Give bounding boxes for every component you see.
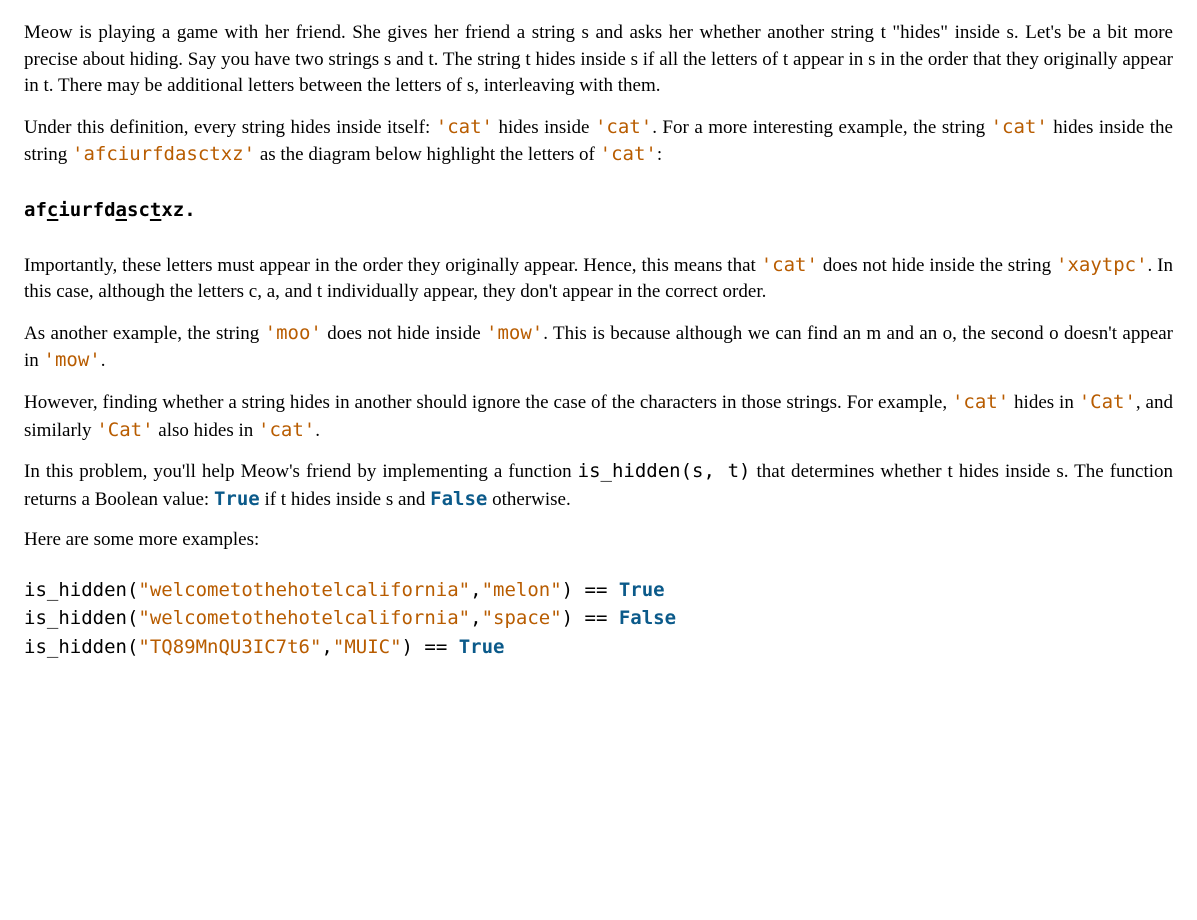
paragraph-task: In this problem, you'll help Meow's frie… (24, 458, 1173, 513)
example-line: is_hidden("TQ89MnQU3IC7t6","MUIC") == Tr… (24, 633, 1173, 662)
diagram-text: iurfd (58, 199, 115, 221)
example-result: True (459, 636, 505, 658)
example-fn: is_hidden( (24, 579, 138, 601)
code-function: is_hidden(s, t) (578, 460, 751, 482)
example-arg-s: "welcometothehotelcalifornia" (138, 579, 470, 601)
diagram-text: sc (127, 199, 150, 221)
code-literal: 'cat' (991, 116, 1048, 138)
text: as the diagram below highlight the lette… (255, 144, 600, 165)
text: Under this definition, every string hide… (24, 117, 436, 138)
code-bool-false: False (430, 488, 487, 510)
code-literal: 'mow' (44, 349, 101, 371)
paragraph-order: Importantly, these letters must appear i… (24, 252, 1173, 306)
example-result: True (619, 579, 665, 601)
code-literal: 'xaytpc' (1056, 254, 1148, 276)
diagram-hidden-letters: afciurfdasctxz. (24, 197, 1173, 224)
code-bool-true: True (214, 488, 260, 510)
paragraph-intro: Meow is playing a game with her friend. … (24, 20, 1173, 100)
paragraph-selfhide: Under this definition, every string hide… (24, 114, 1173, 169)
text: . For a more interesting example, the st… (652, 117, 990, 138)
example-arg-t: "MUIC" (333, 636, 402, 658)
code-literal: 'cat' (952, 391, 1009, 413)
code-literal: 'Cat' (1079, 391, 1136, 413)
code-literal: 'cat' (595, 116, 652, 138)
example-fn: is_hidden( (24, 636, 138, 658)
code-literal: 'afciurfdasctxz' (72, 143, 255, 165)
text: does not hide inside (322, 323, 486, 344)
example-arg-t: "space" (482, 607, 562, 629)
text: Importantly, these letters must appear i… (24, 255, 761, 276)
examples-block: is_hidden("welcometothehotelcalifornia",… (24, 576, 1173, 662)
diagram-highlight: c (47, 199, 58, 221)
example-result: False (619, 607, 676, 629)
paragraph-examples-intro: Here are some more examples: (24, 527, 1173, 554)
code-literal: 'moo' (265, 322, 322, 344)
example-close: ) == (562, 607, 619, 629)
diagram-text: xz. (161, 199, 195, 221)
example-sep: , (321, 636, 332, 658)
paragraph-moo: As another example, the string 'moo' doe… (24, 320, 1173, 375)
paragraph-case: However, finding whether a string hides … (24, 389, 1173, 444)
text: does not hide inside the string (818, 255, 1056, 276)
example-sep: , (470, 579, 481, 601)
diagram-highlight: a (116, 199, 127, 221)
text: In this problem, you'll help Meow's frie… (24, 461, 578, 482)
diagram-text: af (24, 199, 47, 221)
code-literal: 'Cat' (96, 419, 153, 441)
example-line: is_hidden("welcometothehotelcalifornia",… (24, 604, 1173, 633)
example-close: ) == (402, 636, 459, 658)
text: . (315, 420, 320, 441)
example-arg-t: "melon" (482, 579, 562, 601)
example-line: is_hidden("welcometothehotelcalifornia",… (24, 576, 1173, 605)
text: . (101, 350, 106, 371)
code-literal: 'mow' (486, 322, 543, 344)
example-fn: is_hidden( (24, 607, 138, 629)
text: : (657, 144, 662, 165)
code-literal: 'cat' (600, 143, 657, 165)
example-sep: , (470, 607, 481, 629)
code-literal: 'cat' (436, 116, 493, 138)
diagram-highlight: t (150, 199, 161, 221)
example-close: ) == (562, 579, 619, 601)
text: hides in (1009, 392, 1079, 413)
text: otherwise. (487, 489, 570, 510)
example-arg-s: "TQ89MnQU3IC7t6" (138, 636, 321, 658)
text: However, finding whether a string hides … (24, 392, 952, 413)
text: As another example, the string (24, 323, 265, 344)
text: if t hides inside s and (260, 489, 430, 510)
example-arg-s: "welcometothehotelcalifornia" (138, 607, 470, 629)
text: also hides in (154, 420, 259, 441)
text: hides inside (493, 117, 595, 138)
code-literal: 'cat' (761, 254, 818, 276)
code-literal: 'cat' (258, 419, 315, 441)
